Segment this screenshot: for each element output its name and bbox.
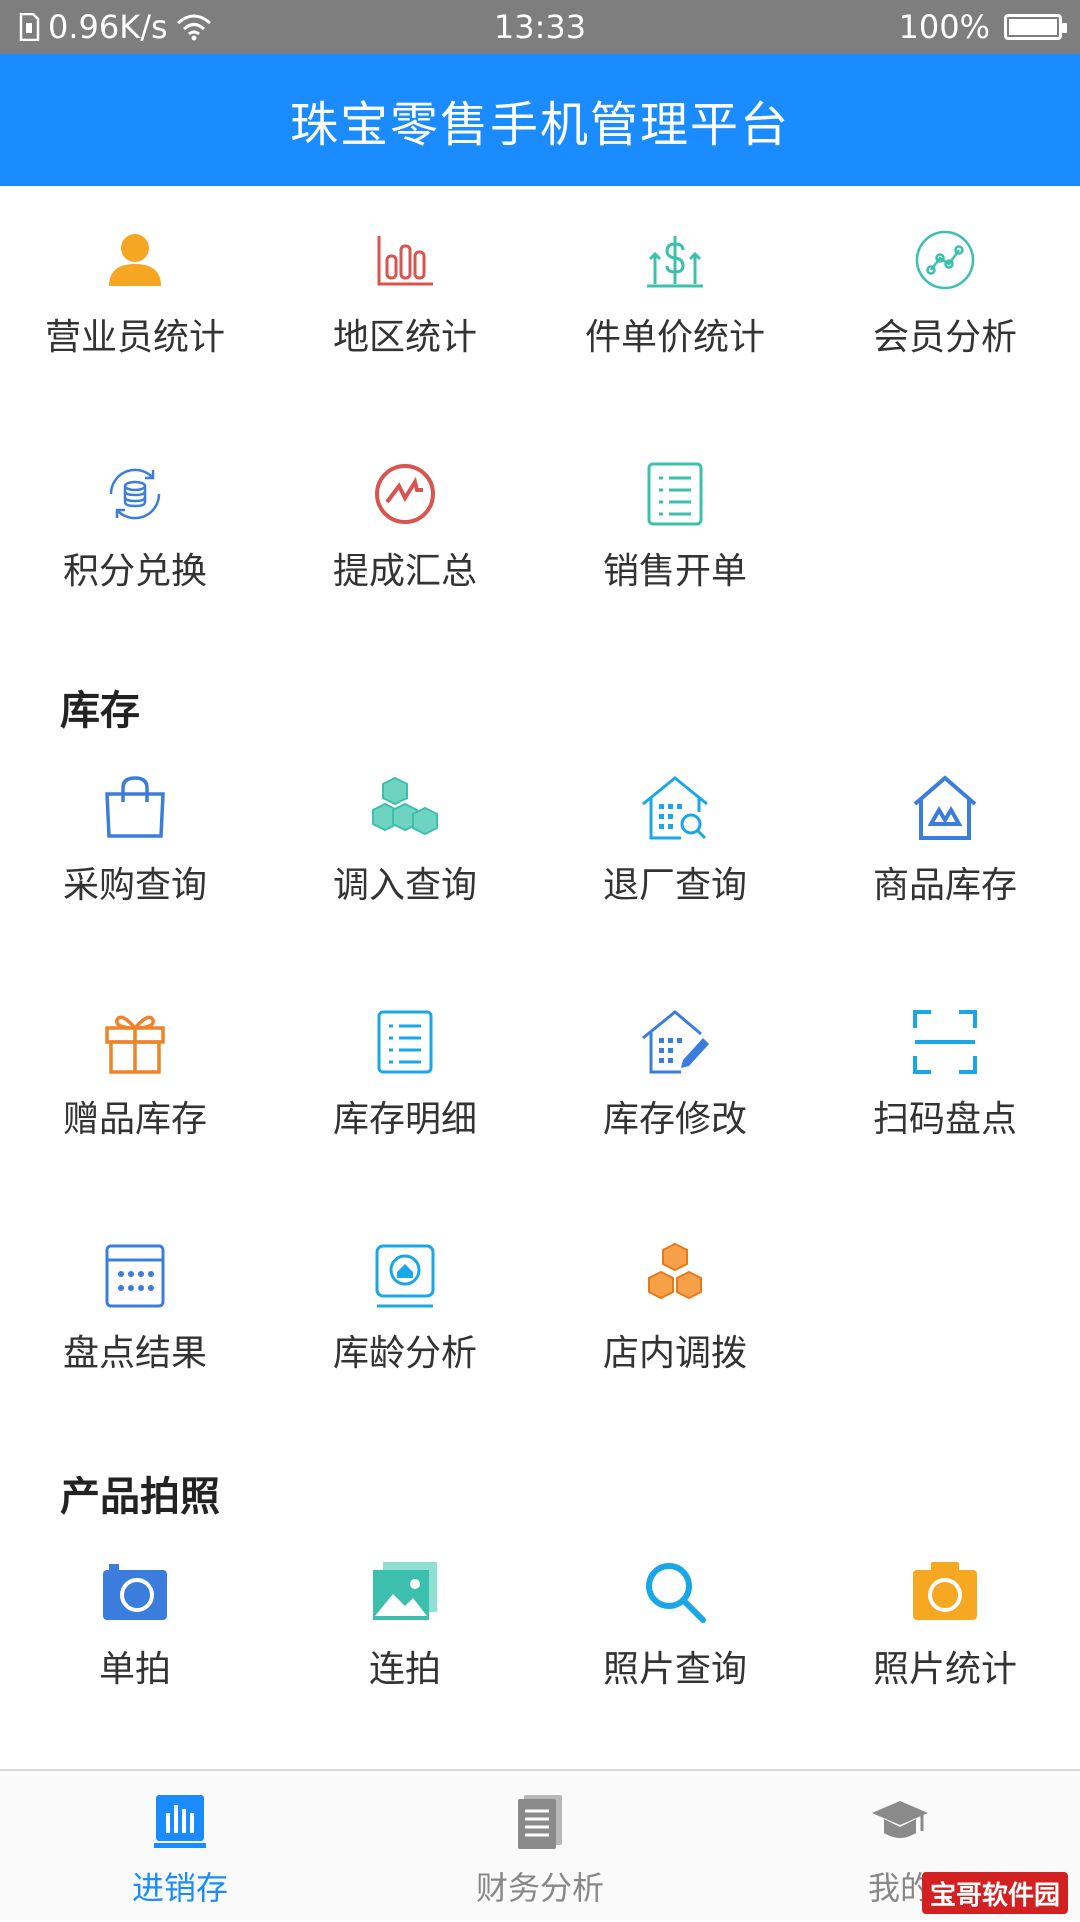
grid-item-photo-stats[interactable]: 照片统计 bbox=[810, 1518, 1080, 1718]
grid-item-gift-inventory[interactable]: 赠品库存 bbox=[0, 968, 270, 1168]
section-title-photo: 产品拍照 bbox=[60, 1474, 220, 1520]
grid-item-purchase-query[interactable]: 采购查询 bbox=[0, 734, 270, 934]
grid-item-burst-shot[interactable]: 连拍 bbox=[270, 1518, 540, 1718]
coin-exchange-icon bbox=[109, 468, 161, 520]
gallery-icon bbox=[373, 1562, 437, 1620]
grid-item-member-analysis[interactable]: 会员分析 bbox=[810, 186, 1080, 386]
grid-item-label: 库存明细 bbox=[332, 1099, 477, 1140]
grid-item-label: 照片查询 bbox=[602, 1649, 747, 1690]
grid-item-label: 提成汇总 bbox=[332, 551, 477, 592]
grid-item-commission-summary[interactable]: 提成汇总 bbox=[270, 420, 540, 620]
grid-item-label: 连拍 bbox=[368, 1649, 441, 1690]
app-header: 珠宝零售手机管理平台 bbox=[0, 54, 1080, 186]
gift-icon bbox=[105, 1015, 165, 1074]
grid-item-label: 库龄分析 bbox=[332, 1333, 477, 1374]
grid-item-stocktake-result[interactable]: 盘点结果 bbox=[0, 1202, 270, 1402]
grid-item-label: 地区统计 bbox=[332, 317, 477, 358]
bar-chart-icon bbox=[154, 1795, 206, 1848]
grid-item-label: 店内调拨 bbox=[602, 1333, 747, 1374]
cubes-icon bbox=[372, 776, 438, 836]
grid-item-label: 库存修改 bbox=[602, 1099, 747, 1140]
house-goods-icon bbox=[913, 775, 977, 840]
bottom-nav: 进销存 财务分析 我的 bbox=[0, 1769, 1080, 1920]
grid-item-product-inventory[interactable]: 商品库存 bbox=[810, 734, 1080, 934]
grid-item-label: 盘点结果 bbox=[62, 1333, 207, 1374]
main-content[interactable]: 营业员统计 地区统计 件单价统计 会员分析 积分兑换 提成汇总 销售开单 库存 … bbox=[0, 186, 1080, 1769]
grid-item-label: 销售开单 bbox=[602, 551, 747, 592]
grid-item-factory-return-query[interactable]: 退厂查询 bbox=[540, 734, 810, 934]
grid-item-label: 会员分析 bbox=[872, 317, 1017, 358]
price-icon bbox=[647, 236, 703, 288]
grid-item-salesperson-stats[interactable]: 营业员统计 bbox=[0, 186, 270, 386]
grid-item-inventory-edit[interactable]: 库存修改 bbox=[540, 968, 810, 1168]
nav-label: 财务分析 bbox=[475, 1869, 604, 1907]
grid-item-label: 商品库存 bbox=[872, 865, 1017, 906]
house-search-icon bbox=[642, 776, 708, 840]
grid-item-label: 单拍 bbox=[98, 1649, 171, 1690]
house-edit-icon bbox=[642, 1010, 709, 1074]
grid-item-label: 调入查询 bbox=[332, 865, 477, 906]
grid-item-scan-stocktake[interactable]: 扫码盘点 bbox=[810, 968, 1080, 1168]
list-doc-icon bbox=[377, 1010, 433, 1074]
grid-item-in-store-transfer[interactable]: 店内调拨 bbox=[540, 1202, 810, 1402]
search-icon bbox=[646, 1563, 706, 1623]
camera-icon bbox=[913, 1562, 977, 1620]
grid-item-single-shot[interactable]: 单拍 bbox=[0, 1518, 270, 1718]
battery-percent: 100% bbox=[898, 8, 990, 46]
document-icon bbox=[518, 1795, 562, 1849]
nav-item-finance[interactable]: 财务分析 bbox=[360, 1771, 720, 1922]
battery-icon bbox=[1004, 14, 1067, 40]
camera-icon bbox=[103, 1564, 167, 1620]
page-title: 珠宝零售手机管理平台 bbox=[289, 97, 790, 153]
grid-item-sales-order[interactable]: 销售开单 bbox=[540, 420, 810, 620]
grid-item-label: 采购查询 bbox=[62, 865, 207, 906]
grid-item-region-stats[interactable]: 地区统计 bbox=[270, 186, 540, 386]
shopping-bag-icon bbox=[105, 776, 165, 838]
monitor-home-icon bbox=[375, 1244, 435, 1308]
grid-item-inventory-detail[interactable]: 库存明细 bbox=[270, 968, 540, 1168]
nav-label: 进销存 bbox=[131, 1869, 228, 1907]
analytics-icon bbox=[915, 230, 975, 290]
nav-item-inventory[interactable]: 进销存 bbox=[0, 1771, 360, 1922]
calendar-icon bbox=[105, 1244, 165, 1308]
section-title-inventory: 库存 bbox=[60, 688, 140, 734]
grid-item-label: 营业员统计 bbox=[44, 317, 225, 358]
grid-item-photo-query[interactable]: 照片查询 bbox=[540, 1518, 810, 1718]
grid-item-label: 扫码盘点 bbox=[872, 1099, 1017, 1140]
graduation-cap-icon bbox=[872, 1801, 928, 1838]
trend-circle-icon bbox=[375, 464, 435, 524]
grid-item-label: 积分兑换 bbox=[62, 551, 207, 592]
list-doc-icon bbox=[647, 462, 703, 526]
grid-item-label: 退厂查询 bbox=[602, 865, 747, 906]
watermark-badge: 宝哥软件园 bbox=[921, 1872, 1068, 1914]
grid-item-unit-price-stats[interactable]: 件单价统计 bbox=[540, 186, 810, 386]
scan-icon bbox=[913, 1010, 977, 1074]
grid-item-label: 件单价统计 bbox=[584, 317, 765, 358]
grid-item-stock-age-analysis[interactable]: 库龄分析 bbox=[270, 1202, 540, 1402]
status-bar: 0.96K/s 13:33 100% bbox=[0, 0, 1080, 54]
grid-item-points-exchange[interactable]: 积分兑换 bbox=[0, 420, 270, 620]
bar-chart-icon bbox=[377, 236, 433, 286]
grid-item-label: 照片统计 bbox=[872, 1649, 1017, 1690]
grid-item-label: 赠品库存 bbox=[62, 1099, 207, 1140]
boxes-icon bbox=[648, 1242, 702, 1300]
grid-item-transfer-in-query[interactable]: 调入查询 bbox=[270, 734, 540, 934]
person-icon bbox=[109, 234, 161, 286]
